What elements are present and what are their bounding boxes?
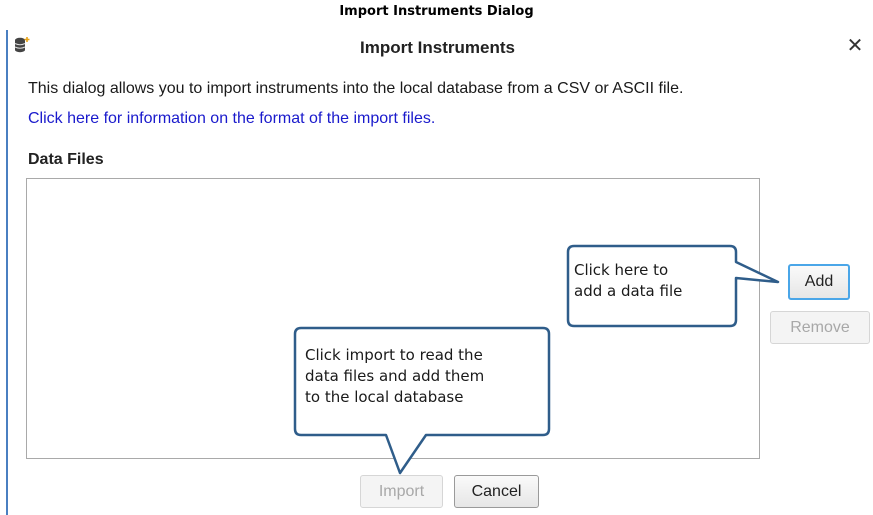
import-instruments-dialog: Import Instruments ✕ This dialog allows … bbox=[6, 30, 870, 515]
dialog-titlebar: Import Instruments ✕ bbox=[8, 30, 867, 64]
import-button[interactable]: Import bbox=[360, 475, 443, 508]
add-callout-text: Click here to add a data file bbox=[574, 261, 683, 300]
figure-caption: Import Instruments Dialog bbox=[339, 4, 534, 19]
dialog-title: Import Instruments bbox=[360, 38, 515, 57]
add-button[interactable]: Add bbox=[788, 264, 850, 300]
close-icon[interactable]: ✕ bbox=[845, 36, 865, 56]
cancel-button[interactable]: Cancel bbox=[454, 475, 539, 508]
dialog-description: This dialog allows you to import instrum… bbox=[28, 80, 684, 97]
data-files-label: Data Files bbox=[28, 151, 104, 168]
data-files-list[interactable] bbox=[26, 178, 760, 459]
format-info-link[interactable]: Click here for information on the format… bbox=[28, 110, 435, 128]
remove-button[interactable]: Remove bbox=[770, 311, 870, 344]
import-callout-text: Click import to read the data files and … bbox=[305, 346, 485, 406]
